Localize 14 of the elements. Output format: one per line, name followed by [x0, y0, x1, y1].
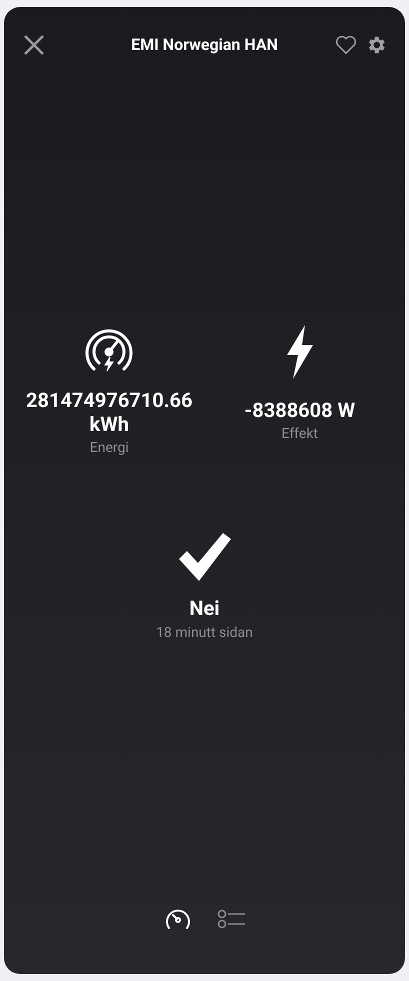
tile-value: -8388608 W: [244, 398, 356, 422]
tile-value: 281474976710.66 kWh: [25, 388, 194, 436]
heart-icon: [334, 35, 357, 55]
lightning-icon: [284, 324, 315, 378]
status-time: 18 minutt sidan: [156, 624, 253, 642]
tile-label: Energi: [90, 438, 129, 458]
gauge-icon: [164, 907, 192, 931]
window-title: EMI Norwegian HAN: [131, 34, 278, 56]
close-button[interactable]: [22, 33, 46, 57]
tile-label: Effekt: [281, 424, 318, 444]
close-icon: [23, 34, 45, 56]
status-value: Nei: [189, 594, 220, 622]
favorite-button[interactable]: [334, 35, 357, 55]
list-icon: [216, 908, 246, 930]
